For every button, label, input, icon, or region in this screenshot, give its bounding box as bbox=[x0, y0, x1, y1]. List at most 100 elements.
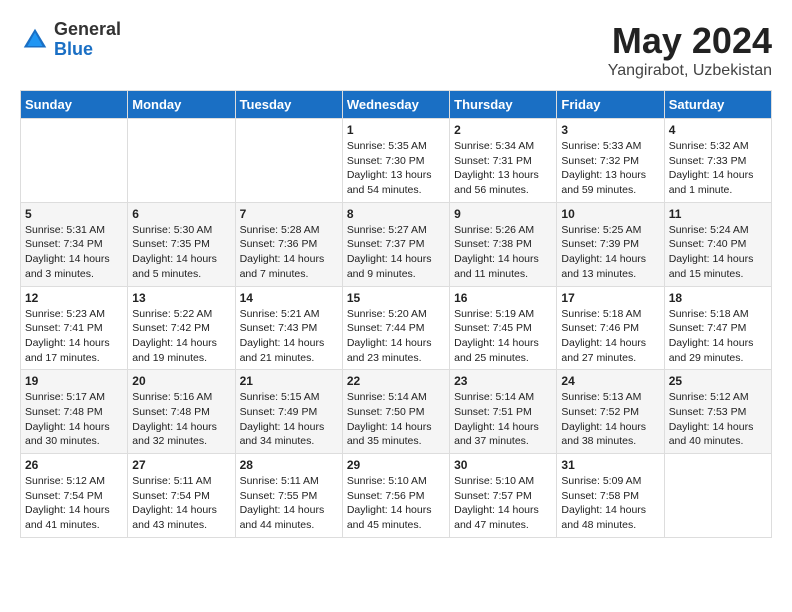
day-cell: 3 Sunrise: 5:33 AM Sunset: 7:32 PM Daylig… bbox=[557, 119, 664, 203]
day-info: Sunrise: 5:26 AM Sunset: 7:38 PM Dayligh… bbox=[454, 223, 552, 282]
weekday-header-monday: Monday bbox=[128, 91, 235, 119]
day-cell: 20 Sunrise: 5:16 AM Sunset: 7:48 PM Dayli… bbox=[128, 370, 235, 454]
day-info: Sunrise: 5:16 AM Sunset: 7:48 PM Dayligh… bbox=[132, 390, 230, 449]
weekday-header-friday: Friday bbox=[557, 91, 664, 119]
month-year-title: May 2024 bbox=[608, 20, 772, 62]
day-cell bbox=[21, 119, 128, 203]
day-info: Sunrise: 5:09 AM Sunset: 7:58 PM Dayligh… bbox=[561, 474, 659, 533]
logo-blue-text: Blue bbox=[54, 40, 121, 60]
day-number: 12 bbox=[25, 291, 123, 305]
day-info: Sunrise: 5:25 AM Sunset: 7:39 PM Dayligh… bbox=[561, 223, 659, 282]
title-block: May 2024 Yangirabot, Uzbekistan bbox=[608, 20, 772, 80]
day-number: 19 bbox=[25, 374, 123, 388]
day-cell bbox=[664, 454, 771, 538]
day-number: 25 bbox=[669, 374, 767, 388]
day-info: Sunrise: 5:22 AM Sunset: 7:42 PM Dayligh… bbox=[132, 307, 230, 366]
day-cell: 27Sunrise: 5:11 AM Sunset: 7:54 PM Dayli… bbox=[128, 454, 235, 538]
day-cell: 13 Sunrise: 5:22 AM Sunset: 7:42 PM Dayli… bbox=[128, 286, 235, 370]
week-row-1: 1 Sunrise: 5:35 AM Sunset: 7:30 PM Daylig… bbox=[21, 119, 772, 203]
day-cell: 7 Sunrise: 5:28 AM Sunset: 7:36 PM Daylig… bbox=[235, 202, 342, 286]
day-number: 17 bbox=[561, 291, 659, 305]
day-cell: 14Sunrise: 5:21 AM Sunset: 7:43 PM Dayli… bbox=[235, 286, 342, 370]
day-number: 8 bbox=[347, 207, 445, 221]
day-info: Sunrise: 5:23 AM Sunset: 7:41 PM Dayligh… bbox=[25, 307, 123, 366]
day-number: 20 bbox=[132, 374, 230, 388]
day-info: Sunrise: 5:17 AM Sunset: 7:48 PM Dayligh… bbox=[25, 390, 123, 449]
logo: General Blue bbox=[20, 20, 121, 60]
location-subtitle: Yangirabot, Uzbekistan bbox=[608, 62, 772, 80]
day-number: 13 bbox=[132, 291, 230, 305]
day-cell: 30Sunrise: 5:10 AM Sunset: 7:57 PM Dayli… bbox=[450, 454, 557, 538]
day-info: Sunrise: 5:33 AM Sunset: 7:32 PM Dayligh… bbox=[561, 139, 659, 198]
day-number: 4 bbox=[669, 123, 767, 137]
day-info: Sunrise: 5:28 AM Sunset: 7:36 PM Dayligh… bbox=[240, 223, 338, 282]
day-cell: 11 Sunrise: 5:24 AM Sunset: 7:40 PM Dayli… bbox=[664, 202, 771, 286]
day-cell bbox=[128, 119, 235, 203]
day-cell: 10 Sunrise: 5:25 AM Sunset: 7:39 PM Dayli… bbox=[557, 202, 664, 286]
day-cell: 25 Sunrise: 5:12 AM Sunset: 7:53 PM Dayli… bbox=[664, 370, 771, 454]
day-cell: 8 Sunrise: 5:27 AM Sunset: 7:37 PM Daylig… bbox=[342, 202, 449, 286]
calendar-table: SundayMondayTuesdayWednesdayThursdayFrid… bbox=[20, 90, 772, 538]
day-number: 3 bbox=[561, 123, 659, 137]
day-info: Sunrise: 5:20 AM Sunset: 7:44 PM Dayligh… bbox=[347, 307, 445, 366]
day-number: 22 bbox=[347, 374, 445, 388]
day-info: Sunrise: 5:12 AM Sunset: 7:53 PM Dayligh… bbox=[669, 390, 767, 449]
day-cell: 9 Sunrise: 5:26 AM Sunset: 7:38 PM Daylig… bbox=[450, 202, 557, 286]
weekday-header-wednesday: Wednesday bbox=[342, 91, 449, 119]
day-cell: 28 Sunrise: 5:11 AM Sunset: 7:55 PM Dayli… bbox=[235, 454, 342, 538]
day-number: 6 bbox=[132, 207, 230, 221]
day-cell: 17 Sunrise: 5:18 AM Sunset: 7:46 PM Dayli… bbox=[557, 286, 664, 370]
day-info: Sunrise: 5:30 AM Sunset: 7:35 PM Dayligh… bbox=[132, 223, 230, 282]
day-cell: 2Sunrise: 5:34 AM Sunset: 7:31 PM Daylig… bbox=[450, 119, 557, 203]
day-cell: 5 Sunrise: 5:31 AM Sunset: 7:34 PM Daylig… bbox=[21, 202, 128, 286]
day-cell: 26Sunrise: 5:12 AM Sunset: 7:54 PM Dayli… bbox=[21, 454, 128, 538]
week-row-5: 26Sunrise: 5:12 AM Sunset: 7:54 PM Dayli… bbox=[21, 454, 772, 538]
day-cell: 21 Sunrise: 5:15 AM Sunset: 7:49 PM Dayli… bbox=[235, 370, 342, 454]
day-number: 21 bbox=[240, 374, 338, 388]
day-number: 1 bbox=[347, 123, 445, 137]
day-number: 10 bbox=[561, 207, 659, 221]
weekday-header-row: SundayMondayTuesdayWednesdayThursdayFrid… bbox=[21, 91, 772, 119]
day-cell: 31 Sunrise: 5:09 AM Sunset: 7:58 PM Dayli… bbox=[557, 454, 664, 538]
day-number: 18 bbox=[669, 291, 767, 305]
day-info: Sunrise: 5:14 AM Sunset: 7:50 PM Dayligh… bbox=[347, 390, 445, 449]
day-number: 11 bbox=[669, 207, 767, 221]
page-header: General Blue May 2024 Yangirabot, Uzbeki… bbox=[20, 20, 772, 80]
day-number: 5 bbox=[25, 207, 123, 221]
day-cell: 19 Sunrise: 5:17 AM Sunset: 7:48 PM Dayli… bbox=[21, 370, 128, 454]
day-info: Sunrise: 5:24 AM Sunset: 7:40 PM Dayligh… bbox=[669, 223, 767, 282]
day-cell: 29Sunrise: 5:10 AM Sunset: 7:56 PM Dayli… bbox=[342, 454, 449, 538]
day-number: 28 bbox=[240, 458, 338, 472]
day-info: Sunrise: 5:32 AM Sunset: 7:33 PM Dayligh… bbox=[669, 139, 767, 198]
day-number: 9 bbox=[454, 207, 552, 221]
day-info: Sunrise: 5:15 AM Sunset: 7:49 PM Dayligh… bbox=[240, 390, 338, 449]
day-info: Sunrise: 5:31 AM Sunset: 7:34 PM Dayligh… bbox=[25, 223, 123, 282]
weekday-header-tuesday: Tuesday bbox=[235, 91, 342, 119]
day-info: Sunrise: 5:27 AM Sunset: 7:37 PM Dayligh… bbox=[347, 223, 445, 282]
day-cell: 22 Sunrise: 5:14 AM Sunset: 7:50 PM Dayli… bbox=[342, 370, 449, 454]
day-cell: 15Sunrise: 5:20 AM Sunset: 7:44 PM Dayli… bbox=[342, 286, 449, 370]
day-number: 16 bbox=[454, 291, 552, 305]
day-info: Sunrise: 5:35 AM Sunset: 7:30 PM Dayligh… bbox=[347, 139, 445, 198]
day-number: 29 bbox=[347, 458, 445, 472]
day-number: 2 bbox=[454, 123, 552, 137]
day-cell: 4 Sunrise: 5:32 AM Sunset: 7:33 PM Daylig… bbox=[664, 119, 771, 203]
day-cell: 18Sunrise: 5:18 AM Sunset: 7:47 PM Dayli… bbox=[664, 286, 771, 370]
weekday-header-saturday: Saturday bbox=[664, 91, 771, 119]
day-cell: 6 Sunrise: 5:30 AM Sunset: 7:35 PM Daylig… bbox=[128, 202, 235, 286]
day-info: Sunrise: 5:18 AM Sunset: 7:46 PM Dayligh… bbox=[561, 307, 659, 366]
day-number: 26 bbox=[25, 458, 123, 472]
day-cell: 1 Sunrise: 5:35 AM Sunset: 7:30 PM Daylig… bbox=[342, 119, 449, 203]
week-row-3: 12 Sunrise: 5:23 AM Sunset: 7:41 PM Dayli… bbox=[21, 286, 772, 370]
week-row-2: 5 Sunrise: 5:31 AM Sunset: 7:34 PM Daylig… bbox=[21, 202, 772, 286]
day-cell bbox=[235, 119, 342, 203]
day-number: 31 bbox=[561, 458, 659, 472]
day-info: Sunrise: 5:11 AM Sunset: 7:54 PM Dayligh… bbox=[132, 474, 230, 533]
weekday-header-sunday: Sunday bbox=[21, 91, 128, 119]
logo-general-text: General bbox=[54, 20, 121, 40]
day-info: Sunrise: 5:21 AM Sunset: 7:43 PM Dayligh… bbox=[240, 307, 338, 366]
day-number: 7 bbox=[240, 207, 338, 221]
day-number: 23 bbox=[454, 374, 552, 388]
day-info: Sunrise: 5:11 AM Sunset: 7:55 PM Dayligh… bbox=[240, 474, 338, 533]
day-info: Sunrise: 5:10 AM Sunset: 7:57 PM Dayligh… bbox=[454, 474, 552, 533]
